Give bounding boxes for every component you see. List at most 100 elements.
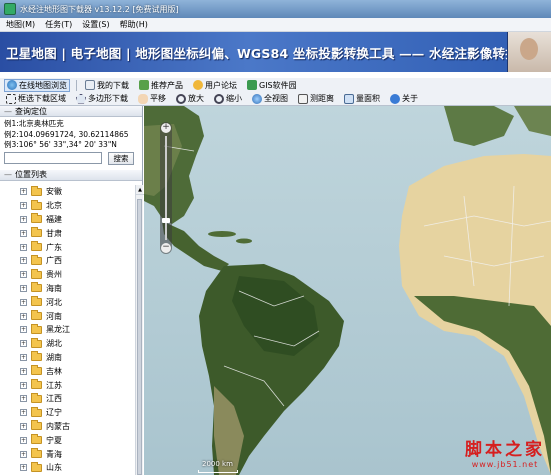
search-button[interactable]: 搜索 [108, 151, 134, 165]
expand-icon[interactable]: + [20, 409, 27, 417]
expand-icon[interactable]: + [20, 436, 27, 444]
expand-icon[interactable]: + [20, 229, 27, 237]
rect-select-icon [6, 93, 16, 104]
scroll-thumb[interactable] [137, 199, 142, 475]
search-input[interactable] [4, 152, 102, 164]
gis-software-button[interactable]: GIS软件园 [245, 79, 299, 92]
tree-item[interactable]: + 青海 [0, 447, 135, 461]
menu-task[interactable]: 任务(T) [45, 19, 72, 30]
folder-icon [31, 199, 42, 210]
measure-area-button[interactable]: 量面积 [342, 92, 382, 105]
zoom-control: + − [160, 122, 172, 254]
location-list-header-label: 位置列表 [15, 170, 47, 179]
main-toolbar: 在线地图浏览 我的下载 推荐产品 用户论坛 GIS软件园 [0, 78, 551, 92]
scale-label: 2000 km [202, 460, 233, 468]
expand-icon[interactable]: + [20, 271, 27, 279]
scroll-up-icon[interactable]: ▲ [136, 185, 144, 195]
tree-item-label: 安徽 [46, 187, 62, 197]
tree-item[interactable]: + 河北 [0, 295, 135, 309]
folder-icon [31, 310, 42, 321]
tree-item[interactable]: + 福建 [0, 213, 135, 227]
menu-settings[interactable]: 设置(S) [82, 19, 109, 30]
pan-button[interactable]: 平移 [136, 92, 168, 105]
zoom-out-button[interactable]: 缩小 [212, 92, 244, 105]
tree-item[interactable]: + 广东 [0, 240, 135, 254]
tree-item[interactable]: + 安徽 [0, 185, 135, 199]
user-forum-button[interactable]: 用户论坛 [191, 79, 239, 92]
tree-item[interactable]: + 辽宁 [0, 406, 135, 420]
recommended-products-button[interactable]: 推荐产品 [137, 79, 185, 92]
menu-map[interactable]: 地图(M) [6, 19, 35, 30]
my-downloads-button[interactable]: 我的下载 [83, 79, 131, 92]
locate-header-label: 查询定位 [15, 106, 47, 116]
zoom-slider[interactable] [165, 136, 167, 240]
collapse-icon[interactable]: — [4, 107, 12, 116]
folder-icon [31, 213, 42, 224]
tree-item[interactable]: + 吉林 [0, 364, 135, 378]
about-button[interactable]: 关于 [388, 92, 420, 105]
tree-item[interactable]: + 甘肃 [0, 226, 135, 240]
tree-item[interactable]: + 海南 [0, 282, 135, 296]
tree-item[interactable]: + 北京 [0, 199, 135, 213]
expand-icon[interactable]: + [20, 188, 27, 196]
collapse-icon[interactable]: — [4, 170, 12, 179]
expand-icon[interactable]: + [20, 464, 27, 472]
tree-scrollbar[interactable]: ▲ [135, 185, 144, 475]
tree-item-label: 江苏 [46, 380, 62, 390]
expand-icon[interactable]: + [20, 340, 27, 348]
expand-icon[interactable]: + [20, 395, 27, 403]
locate-example-2: 例2:104.09691724, 30.62114865 [4, 129, 129, 139]
tree-item-label: 山东 [46, 463, 62, 473]
expand-icon[interactable]: + [20, 381, 27, 389]
expand-icon[interactable]: + [20, 298, 27, 306]
folder-icon [31, 227, 42, 238]
rect-download-button[interactable]: 框选下载区域 [4, 92, 68, 105]
title-bar: 水经注地形图下载器 v13.12.2 [免费试用版] [0, 0, 551, 18]
expand-icon[interactable]: + [20, 326, 27, 334]
globe-icon [7, 80, 17, 90]
tree-item[interactable]: + 广西 [0, 254, 135, 268]
tree-item[interactable]: + 江西 [0, 392, 135, 406]
expand-icon[interactable]: + [20, 353, 27, 361]
expand-icon[interactable]: + [20, 450, 27, 458]
polygon-download-button[interactable]: 多边形下载 [74, 92, 130, 105]
gis-software-label: GIS软件园 [259, 80, 297, 90]
folder-icon [31, 392, 42, 403]
tree-item[interactable]: + 宁夏 [0, 433, 135, 447]
tree-item-label: 宁夏 [46, 435, 62, 445]
menu-help[interactable]: 帮助(H) [120, 19, 148, 30]
expand-icon[interactable]: + [20, 215, 27, 223]
zoom-out-label: 缩小 [226, 94, 242, 103]
full-view-button[interactable]: 全视图 [250, 92, 290, 105]
satellite-map [144, 106, 551, 475]
online-map-label: 在线地图浏览 [19, 80, 67, 90]
tree-item-label: 湖北 [46, 339, 62, 349]
locate-example-1: 例1:北京奥林匹克 [4, 119, 64, 128]
zoom-in-button[interactable]: 放大 [174, 92, 206, 105]
expand-icon[interactable]: + [20, 284, 27, 292]
tree-item[interactable]: + 湖北 [0, 337, 135, 351]
tree-item[interactable]: + 黑龙江 [0, 323, 135, 337]
tree-item[interactable]: + 湖南 [0, 351, 135, 365]
expand-icon[interactable]: + [20, 367, 27, 375]
expand-icon[interactable]: + [20, 243, 27, 251]
tree-item-label: 甘肃 [46, 228, 62, 238]
product-icon [139, 80, 149, 90]
tree-item[interactable]: + 江苏 [0, 378, 135, 392]
tree-item-label: 广西 [46, 256, 62, 266]
expand-icon[interactable]: + [20, 422, 27, 430]
measure-distance-button[interactable]: 测距离 [296, 92, 336, 105]
tree-item[interactable]: + 河南 [0, 309, 135, 323]
expand-icon[interactable]: + [20, 202, 27, 210]
polygon-icon [76, 93, 86, 104]
tree-item[interactable]: + 贵州 [0, 268, 135, 282]
zoom-minus-icon[interactable]: − [161, 243, 171, 253]
zoom-plus-icon[interactable]: + [161, 123, 171, 133]
expand-icon[interactable]: + [20, 257, 27, 265]
tree-item[interactable]: + 山东 [0, 461, 135, 475]
map-view[interactable]: + − 2000 km 脚本之家 www.jb51.net [144, 106, 551, 475]
zoom-slider-knob[interactable] [162, 218, 170, 223]
online-map-button[interactable]: 在线地图浏览 [4, 78, 70, 92]
tree-item[interactable]: + 内蒙古 [0, 420, 135, 434]
expand-icon[interactable]: + [20, 312, 27, 320]
